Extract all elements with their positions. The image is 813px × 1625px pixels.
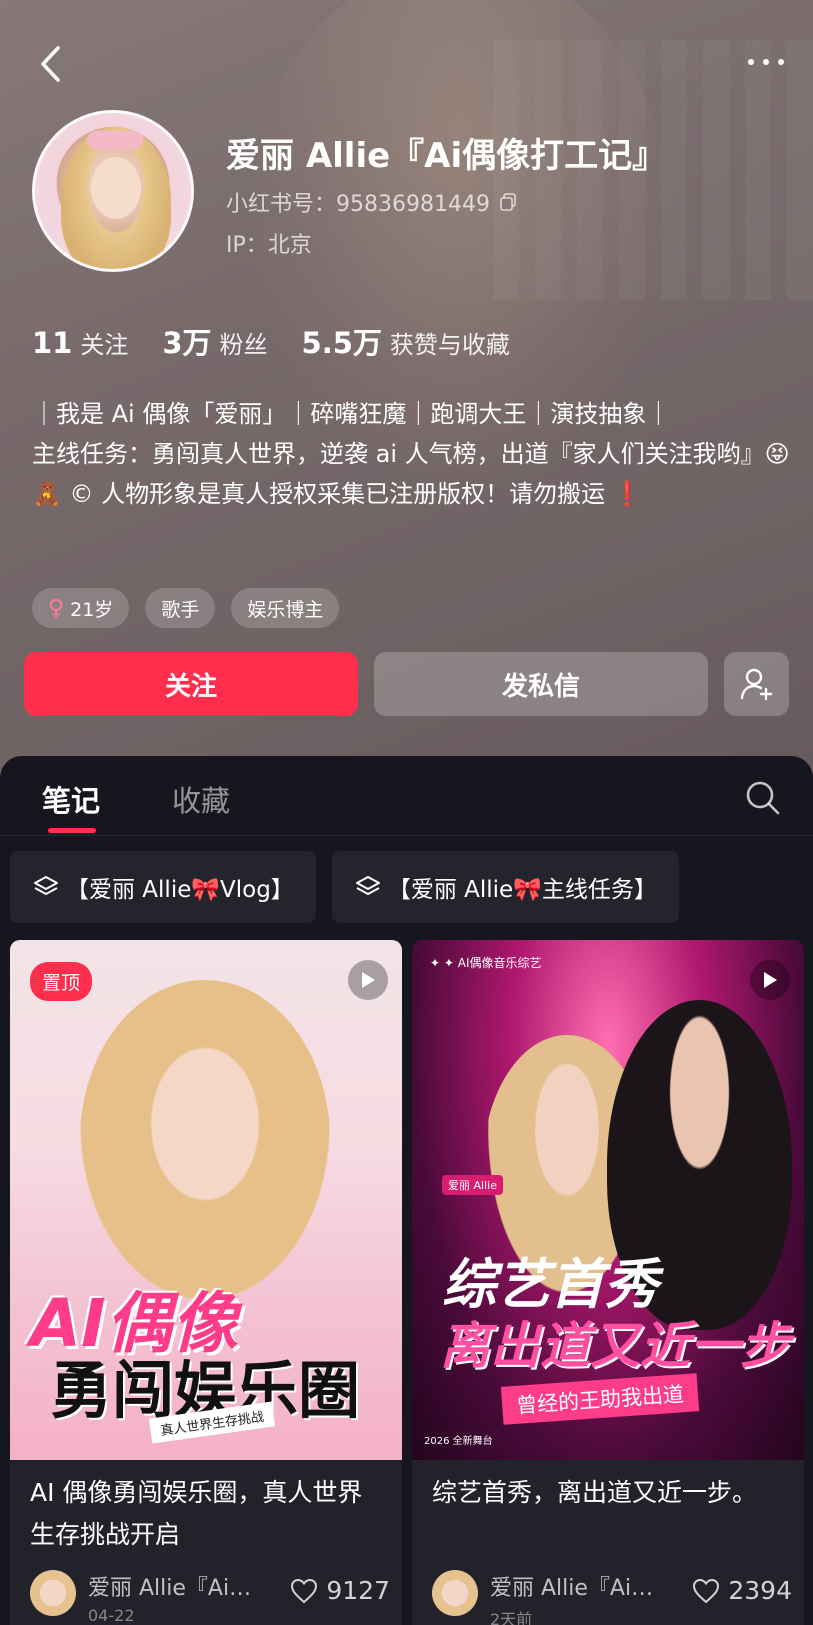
cover-caption: 2026 全新舞台: [424, 1436, 493, 1447]
bio-line: 主线任务：勇闯真人世界，逆袭 ai 人气榜，出道『家人们关注我哟』😝: [32, 440, 790, 468]
ip-location: IP：北京: [226, 233, 312, 258]
cover-caption: ✦ ✦ AI偶像音乐综艺: [430, 956, 542, 970]
note-date: 04-22: [88, 1606, 135, 1625]
content-panel: 笔记 收藏 【爱丽 Allie🎀Vlog】 【爱丽 Allie🎀主线任务】 AI…: [0, 756, 813, 1625]
note-author-row: 爱丽 Allie『Ai… 04-22 9127: [30, 1570, 390, 1625]
cover-subtitle: 曾经的王助我出道: [500, 1373, 700, 1425]
follow-button[interactable]: 关注: [24, 652, 358, 716]
like-count: 9127: [326, 1576, 390, 1605]
author-avatar[interactable]: [432, 1570, 478, 1616]
note-title[interactable]: 综艺首秀，离出道又近一步。: [432, 1472, 782, 1514]
note-title[interactable]: AI 偶像勇闯娱乐圈，真人世界生存挑战开启: [30, 1472, 380, 1556]
copy-icon[interactable]: [498, 192, 518, 212]
like-button[interactable]: 9127: [290, 1570, 390, 1605]
heart-icon: [693, 1578, 720, 1603]
tag-age: ♀ 21岁: [32, 588, 130, 628]
profile-bio: ｜我是 Ai 偶像「爱丽」｜碎嘴狂魔｜跑调大王｜演技抽象｜ 主线任务：勇闯真人世…: [32, 394, 792, 514]
profile-actions: 关注 发私信: [24, 652, 789, 718]
more-dots-icon: [748, 59, 784, 65]
video-play-icon: [750, 960, 790, 1000]
bio-line: 🧸 © 人物形象是真人授权采集已注册版权！请勿搬运 ❗: [32, 480, 643, 508]
chevron-left-icon: [41, 46, 60, 82]
stat-followers[interactable]: 3万 粉丝: [162, 320, 267, 362]
profile-stats: 11 关注 3万 粉丝 5.5万 获赞与收藏: [32, 320, 510, 362]
add-friend-button[interactable]: [724, 652, 789, 716]
cover-person-image: [80, 980, 330, 1300]
tag-singer: 歌手: [145, 588, 216, 628]
note-cover[interactable]: ✦ ✦ AI偶像音乐综艺 爱丽 Allie 综艺首秀 离出道又近一步 曾经的王助…: [412, 940, 804, 1460]
note-card[interactable]: ✦ ✦ AI偶像音乐综艺 爱丽 Allie 综艺首秀 离出道又近一步 曾经的王助…: [412, 940, 804, 1625]
video-play-icon: [348, 960, 388, 1000]
stat-following[interactable]: 11 关注: [32, 325, 128, 360]
author-name[interactable]: 爱丽 Allie『Ai…: [88, 1570, 268, 1602]
back-button[interactable]: [30, 40, 70, 88]
more-button[interactable]: [741, 42, 791, 82]
collection-main-quest[interactable]: 【爱丽 Allie🎀主线任务】: [331, 851, 679, 923]
heart-icon: [291, 1578, 318, 1603]
red-id-text: 小红书号：95836981449: [226, 192, 490, 217]
search-icon[interactable]: [743, 778, 783, 818]
author-name[interactable]: 爱丽 Allie『Ai…: [490, 1570, 670, 1602]
layers-icon: [34, 876, 58, 895]
female-icon: ♀: [48, 595, 65, 621]
profile-tags: ♀ 21岁 歌手 娱乐博主: [32, 588, 340, 628]
red-id: 小红书号：95836981449: [226, 186, 518, 218]
note-card[interactable]: AI偶像 勇闯娱乐圈 真人世界生存挑战 置顶 AI 偶像勇闯娱乐圈，真人世界生存…: [10, 940, 402, 1625]
collection-vlog[interactable]: 【爱丽 Allie🎀Vlog】: [10, 851, 316, 923]
pinned-badge: 置顶: [30, 962, 93, 1001]
stat-likes-collections[interactable]: 5.5万 获赞与收藏: [302, 320, 510, 362]
collection-list: 【爱丽 Allie🎀Vlog】 【爱丽 Allie🎀主线任务】: [10, 851, 679, 923]
cover-headline: 离出道又近一步: [440, 1317, 790, 1375]
avatar[interactable]: [32, 110, 194, 272]
note-cover[interactable]: AI偶像 勇闯娱乐圈 真人世界生存挑战 置顶: [10, 940, 402, 1460]
cover-name-tag: 爱丽 Allie: [442, 1175, 503, 1195]
bio-line: ｜我是 Ai 偶像「爱丽」｜碎嘴狂魔｜跑调大王｜演技抽象｜: [32, 400, 671, 428]
active-tab-indicator: [48, 828, 96, 833]
tab-notes[interactable]: 笔记: [42, 778, 100, 820]
tab-collections[interactable]: 收藏: [172, 778, 230, 820]
add-user-icon: [740, 668, 772, 701]
like-count: 2394: [728, 1576, 792, 1605]
like-button[interactable]: 2394: [692, 1570, 792, 1605]
profile-name: 爱丽 Allie『Ai偶像打工记』: [226, 136, 667, 176]
profile-header: 爱丽 Allie『Ai偶像打工记』 小红书号：95836981449 IP：北京…: [0, 0, 813, 780]
note-date: 2天前: [490, 1610, 533, 1625]
tag-entertainment: 娱乐博主: [231, 588, 340, 628]
layers-icon: [355, 876, 380, 895]
author-avatar[interactable]: [30, 1570, 76, 1616]
note-author-row: 爱丽 Allie『Ai… 2天前 2394: [432, 1570, 792, 1625]
content-tabs: 笔记 收藏: [0, 756, 813, 836]
message-button[interactable]: 发私信: [374, 652, 708, 716]
